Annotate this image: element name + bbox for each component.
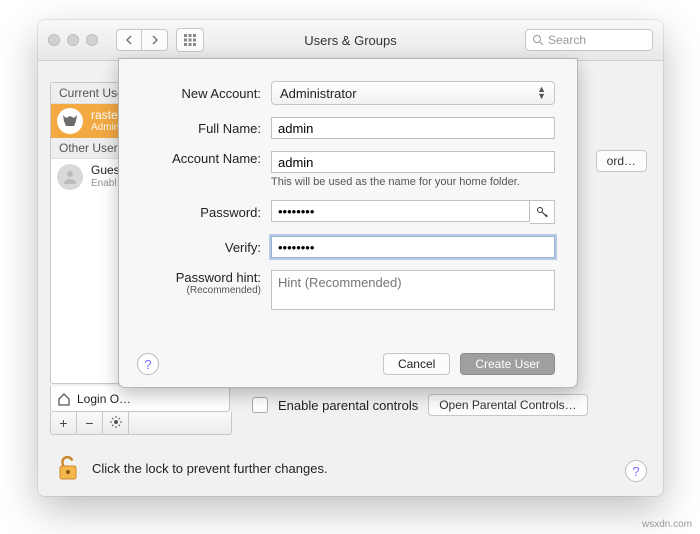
add-user-button[interactable]: + (51, 412, 77, 434)
close-window-icon[interactable] (48, 34, 60, 46)
verify-password-input[interactable] (271, 236, 555, 258)
login-options-label: Login O… (77, 392, 131, 406)
label-hint: Password hint: (Recommended) (141, 270, 271, 296)
search-icon (532, 34, 544, 46)
account-type-select[interactable]: Administrator ▲▼ (271, 81, 555, 105)
minimize-window-icon[interactable] (67, 34, 79, 46)
create-user-button[interactable]: Create User (460, 353, 555, 375)
account-type-value: Administrator (280, 86, 357, 101)
action-menu-button[interactable] (103, 412, 129, 434)
remove-user-button[interactable]: − (77, 412, 103, 434)
open-parental-controls-button[interactable]: Open Parental Controls… (428, 394, 587, 416)
unlocked-padlock-icon[interactable] (54, 454, 82, 482)
password-assistant-button[interactable] (530, 200, 555, 224)
titlebar: Users & Groups Search (38, 20, 663, 61)
label-verify: Verify: (141, 240, 271, 255)
updown-arrows-icon: ▲▼ (537, 86, 546, 100)
enable-parental-checkbox[interactable] (252, 397, 268, 413)
lock-text: Click the lock to prevent further change… (92, 461, 328, 476)
change-password-area: ord… (596, 150, 647, 172)
change-password-button[interactable]: ord… (596, 150, 647, 172)
chevron-right-icon (151, 35, 159, 45)
nav-buttons (116, 29, 168, 51)
avatar-icon (57, 164, 83, 190)
chevron-left-icon (125, 35, 133, 45)
new-account-sheet: New Account: Administrator ▲▼ Full Name:… (118, 58, 578, 388)
label-full-name: Full Name: (141, 121, 271, 136)
window-controls (48, 34, 98, 46)
watermark: wsxdn.com (642, 519, 692, 530)
help-button[interactable]: ? (625, 460, 647, 482)
gear-icon (110, 416, 122, 428)
label-account-name: Account Name: (141, 151, 271, 166)
search-field[interactable]: Search (525, 29, 653, 51)
back-button[interactable] (116, 29, 142, 51)
wolf-avatar-icon (61, 112, 79, 130)
key-icon (536, 206, 548, 218)
avatar-icon (57, 108, 83, 134)
sheet-help-button[interactable]: ? (137, 353, 159, 375)
lock-row: Click the lock to prevent further change… (54, 454, 647, 482)
account-name-input[interactable] (271, 151, 555, 173)
forward-button[interactable] (142, 29, 168, 51)
cancel-button[interactable]: Cancel (383, 353, 450, 375)
window-body: Current User raster… Admin Other Users G… (38, 60, 663, 496)
person-silhouette-icon (62, 169, 78, 185)
enable-parental-label: Enable parental controls (278, 398, 418, 413)
search-placeholder: Search (548, 33, 586, 47)
password-hint-input[interactable] (271, 270, 555, 310)
label-account-type: New Account: (141, 86, 271, 101)
password-input[interactable] (271, 200, 530, 222)
home-icon (57, 392, 71, 406)
grid-icon (184, 34, 196, 46)
full-name-input[interactable] (271, 117, 555, 139)
parental-controls-row: Enable parental controls Open Parental C… (252, 394, 588, 416)
show-all-button[interactable] (176, 28, 204, 52)
zoom-window-icon[interactable] (86, 34, 98, 46)
sidebar-toolstrip: + − (50, 412, 232, 435)
login-options-row[interactable]: Login O… (50, 386, 230, 412)
preferences-window: Users & Groups Search Current User raste… (38, 20, 663, 496)
sheet-footer: ? Cancel Create User (137, 353, 555, 375)
account-name-hint: This will be used as the name for your h… (271, 176, 555, 188)
label-password: Password: (141, 205, 271, 220)
